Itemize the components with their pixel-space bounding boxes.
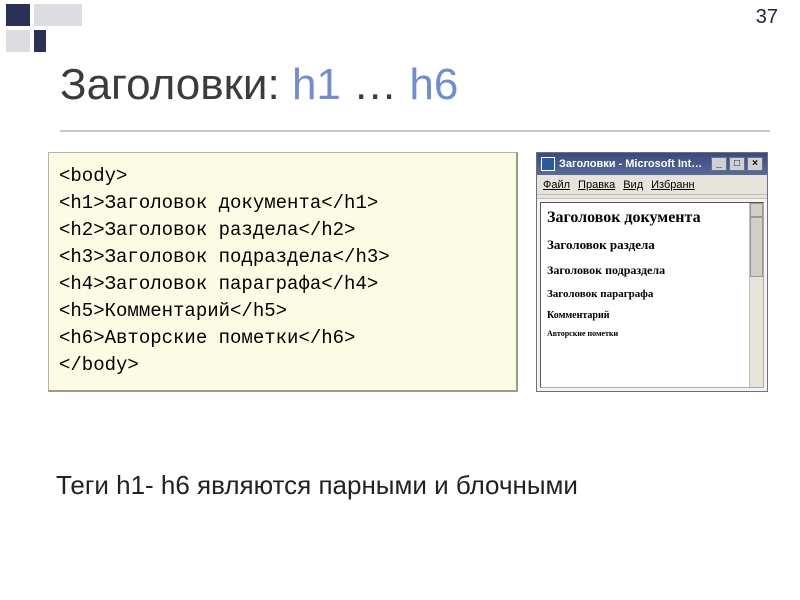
menu-bar: Файл Правка Вид Избранн: [537, 175, 767, 195]
title-h1: h1: [292, 60, 341, 109]
browser-preview-window: Заголовки - Microsoft Intern… _ □ × Файл…: [536, 152, 768, 392]
title-divider: [60, 130, 770, 132]
close-button[interactable]: ×: [747, 157, 763, 171]
code-line: <h4>Заголовок параграфа</h4>: [59, 273, 378, 295]
code-line: </body>: [59, 354, 139, 376]
rendered-h3: Заголовок подраздела: [547, 263, 757, 278]
slide-title: Заголовки: h1 … h6: [60, 60, 458, 110]
code-line: <h2>Заголовок раздела</h2>: [59, 219, 355, 241]
code-line: <h1>Заголовок документа</h1>: [59, 192, 378, 214]
slide-footer-text: Теги h1- h6 являются парными и блочными: [56, 470, 578, 501]
rendered-h6: Авторские пометки: [547, 329, 757, 338]
code-line: <h3>Заголовок подраздела</h3>: [59, 246, 390, 268]
menu-edit[interactable]: Правка: [578, 179, 615, 191]
code-line: <h6>Авторские пометки</h6>: [59, 327, 355, 349]
window-buttons: _ □ ×: [711, 157, 763, 171]
ie-icon: [541, 157, 555, 171]
title-h6: h6: [409, 60, 458, 109]
rendered-h5: Комментарий: [547, 310, 757, 321]
title-prefix: Заголовки:: [60, 60, 292, 109]
code-line: <h5>Комментарий</h5>: [59, 300, 287, 322]
minimize-button[interactable]: _: [711, 157, 727, 171]
vertical-scrollbar[interactable]: [749, 203, 763, 387]
scroll-up-button[interactable]: [750, 203, 763, 217]
browser-content-area: Заголовок документа Заголовок раздела За…: [540, 202, 764, 388]
rendered-h1: Заголовок документа: [547, 209, 757, 227]
code-line: <body>: [59, 165, 127, 187]
maximize-button[interactable]: □: [729, 157, 745, 171]
page-number: 37: [756, 6, 778, 29]
window-titlebar[interactable]: Заголовки - Microsoft Intern… _ □ ×: [537, 153, 767, 175]
scroll-thumb[interactable]: [750, 217, 763, 277]
title-mid: …: [341, 60, 409, 109]
rendered-h4: Заголовок параграфа: [547, 288, 757, 300]
toolbar: [537, 195, 767, 199]
menu-file[interactable]: Файл: [543, 179, 570, 191]
slide-corner-decoration: [0, 0, 120, 60]
menu-favorites[interactable]: Избранн: [651, 179, 695, 191]
rendered-h2: Заголовок раздела: [547, 237, 757, 253]
code-example-box: <body> <h1>Заголовок документа</h1> <h2>…: [48, 152, 518, 392]
window-title: Заголовки - Microsoft Intern…: [559, 158, 707, 170]
menu-view[interactable]: Вид: [623, 179, 643, 191]
